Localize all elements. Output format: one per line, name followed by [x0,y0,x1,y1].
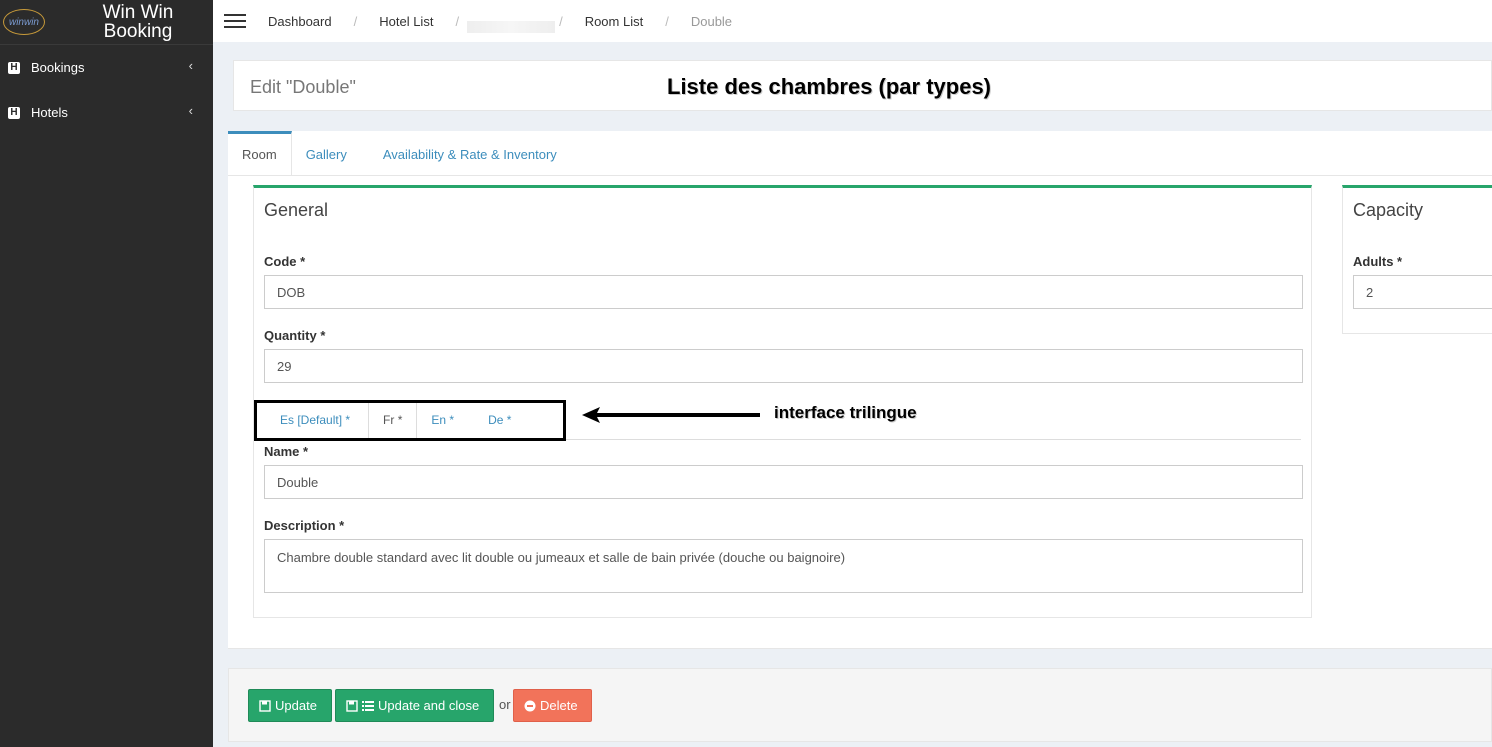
annotation-frame [254,400,566,441]
breadcrumb-separator: / [559,13,563,29]
brand-name: Win Win Booking [102,2,174,42]
delete-label: Delete [540,698,578,713]
tab-gallery[interactable]: Gallery [292,131,361,175]
sidebar-item-hotels[interactable]: H Hotels ‹ [0,90,213,135]
breadcrumb-separator: / [353,13,358,29]
quantity-input[interactable]: 29 [264,349,1303,383]
breadcrumb-separator: / [455,13,460,29]
brand[interactable]: winwin Win Win Booking [0,0,213,45]
sidebar-item-label: Bookings [31,60,85,75]
topbar: Dashboard / Hotel List / / Room List / D… [213,0,1492,42]
tab-room[interactable]: Room [228,131,292,175]
main-card: Room Gallery Availability & Rate & Inven… [228,131,1492,649]
annotation-title: Liste des chambres (par types) [667,74,992,99]
list-icon [362,700,374,711]
general-box: General Code * DOB Quantity * 29 Es [Def… [253,185,1312,618]
save-icon [259,699,271,712]
hotel-icon: H [8,61,20,74]
annotation-text: interface trilingue [774,403,917,422]
general-title: General [264,200,329,220]
code-input[interactable]: DOB [264,275,1303,309]
breadcrumb-hotel-redacted[interactable] [467,21,556,33]
save-icon [346,699,358,712]
adults-input[interactable]: 2 [1353,275,1492,309]
update-label: Update [275,698,317,713]
logo-mark: winwin [3,9,45,35]
breadcrumb-room-list[interactable]: Room List [585,14,644,29]
update-and-close-button[interactable]: Update and close [335,689,494,722]
menu-toggle-icon[interactable] [224,10,246,32]
tab-bar: Room Gallery Availability & Rate & Inven… [228,131,1492,176]
hotel-icon: H [8,106,20,119]
page-header: Edit "Double" Liste des chambres (par ty… [233,60,1492,111]
adults-label: Adults * [1353,254,1403,269]
sidebar-item-label: Hotels [31,105,68,120]
breadcrumb-hotel-list[interactable]: Hotel List [379,14,433,29]
page-title: Edit "Double" [250,77,356,97]
delete-button[interactable]: Delete [513,689,592,722]
name-input[interactable]: Double [264,465,1303,499]
code-label: Code * [264,254,306,269]
breadcrumb-current: Double [690,13,733,29]
minus-circle-icon [524,700,536,711]
tab-availability[interactable]: Availability & Rate & Inventory [361,131,571,175]
update-and-close-label: Update and close [378,698,480,713]
breadcrumb-separator: / [665,13,669,29]
update-button[interactable]: Update [248,689,332,722]
or-text: or [499,697,511,712]
breadcrumb-dashboard[interactable]: Dashboard [268,14,332,29]
annotation-arrow-icon [582,407,760,423]
capacity-box: Capacity Adults * 2 [1342,185,1492,334]
footer-actions: Update Update and close or Delete [228,668,1492,742]
description-label: Description * [264,518,345,533]
sidebar: winwin Win Win Booking H Bookings ‹ H Ho… [0,0,213,747]
chevron-left-icon: ‹ [188,103,193,118]
name-label: Name * [264,444,309,459]
description-textarea[interactable]: Chambre double standard avec lit double … [264,539,1303,593]
quantity-label: Quantity * [264,328,326,343]
chevron-left-icon: ‹ [188,58,193,73]
sidebar-item-bookings[interactable]: H Bookings ‹ [0,45,213,90]
logo: winwin [0,0,48,45]
capacity-title: Capacity [1353,200,1424,220]
